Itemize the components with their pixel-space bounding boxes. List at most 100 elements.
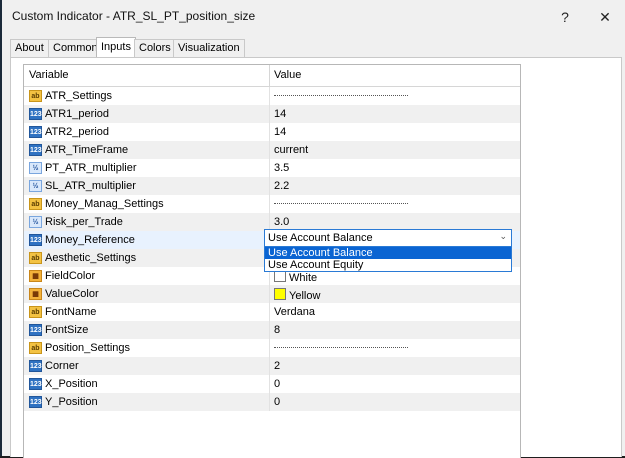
variable-name: SL_ATR_multiplier: [45, 180, 136, 192]
variable-value-text: 2: [274, 360, 281, 372]
table-row[interactable]: 123 Y_Position 0: [24, 393, 520, 411]
variable-name: FieldColor: [45, 270, 96, 282]
cell-divider: [269, 123, 270, 141]
separator-line: [274, 347, 408, 348]
string-type-icon: ab: [29, 90, 42, 102]
grid-header: Variable Value: [24, 65, 520, 87]
variable-name: X_Position: [45, 378, 98, 390]
cell-divider: [269, 87, 270, 105]
cell-divider: [269, 357, 270, 375]
integer-type-icon: 123: [29, 324, 42, 336]
table-row[interactable]: ab Money_Manag_Settings: [24, 195, 520, 213]
table-row[interactable]: 123 ATR_TimeFrame current: [24, 141, 520, 159]
variable-name: ATR2_period: [45, 126, 109, 138]
double-type-icon: ½: [29, 180, 42, 192]
variable-value[interactable]: Yellow: [274, 288, 320, 302]
string-type-icon: ab: [29, 306, 42, 318]
variable-value[interactable]: White: [274, 270, 317, 284]
tab-visualization[interactable]: Visualization: [173, 39, 245, 57]
color-type-icon: ▦: [29, 288, 42, 300]
variable-value-text: 14: [274, 108, 287, 120]
tab-inputs[interactable]: Inputs: [96, 37, 136, 58]
integer-type-icon: 123: [29, 234, 42, 246]
string-type-icon: ab: [29, 252, 42, 264]
column-header-variable[interactable]: Variable: [29, 69, 69, 81]
variable-value[interactable]: 8: [274, 324, 280, 336]
chevron-down-icon[interactable]: ⌄: [499, 231, 507, 242]
tab-about[interactable]: About: [10, 39, 49, 57]
table-row[interactable]: 123 ATR2_period 14: [24, 123, 520, 141]
integer-type-icon: 123: [29, 144, 42, 156]
string-type-icon: ab: [29, 198, 42, 210]
variable-value-text: 0: [274, 396, 281, 408]
variable-name: Aesthetic_Settings: [45, 252, 137, 264]
variable-value-text: current: [274, 144, 309, 156]
variable-value[interactable]: 14: [274, 126, 286, 138]
combo-selected-value: Use Account Balance: [268, 232, 373, 244]
cell-divider: [269, 303, 270, 321]
indicator-dialog: Custom Indicator - ATR_SL_PT_position_si…: [2, 0, 625, 458]
string-type-icon: ab: [29, 342, 42, 354]
double-type-icon: ½: [29, 162, 42, 174]
tab-common[interactable]: Common: [48, 39, 103, 57]
table-row[interactable]: ab FontName Verdana: [24, 303, 520, 321]
table-row[interactable]: 123 ATR1_period 14: [24, 105, 520, 123]
variable-name: Corner: [45, 360, 79, 372]
variable-name: PT_ATR_multiplier: [45, 162, 137, 174]
variable-value[interactable]: 2: [274, 360, 280, 372]
variable-value[interactable]: 3.0: [274, 216, 289, 228]
cell-divider: [269, 321, 270, 339]
color-type-icon: ▦: [29, 270, 42, 282]
tab-colors[interactable]: Colors: [134, 39, 176, 57]
variable-name: FontSize: [45, 324, 89, 336]
table-row[interactable]: 123 X_Position 0: [24, 375, 520, 393]
variable-name: Position_Settings: [45, 342, 130, 354]
variable-value[interactable]: Verdana: [274, 306, 315, 318]
variable-value-text: 14: [274, 126, 287, 138]
cell-divider: [269, 159, 270, 177]
variable-value-text: 3.5: [274, 162, 290, 174]
variable-value-text: 2.2: [274, 180, 290, 192]
variable-name: Risk_per_Trade: [45, 216, 123, 228]
variable-name: Money_Manag_Settings: [45, 198, 164, 210]
variable-name: ValueColor: [45, 288, 99, 300]
variable-value[interactable]: 2.2: [274, 180, 289, 192]
integer-type-icon: 123: [29, 360, 42, 372]
variable-value[interactable]: current: [274, 144, 308, 156]
variable-value[interactable]: 14: [274, 108, 286, 120]
variable-name: ATR_Settings: [45, 90, 113, 102]
table-row[interactable]: ½ SL_ATR_multiplier 2.2: [24, 177, 520, 195]
table-row[interactable]: ab ATR_Settings: [24, 87, 520, 105]
table-row[interactable]: ▦ ValueColor Yellow: [24, 285, 520, 303]
variable-value-text: Yellow: [289, 290, 321, 302]
close-button[interactable]: ✕: [590, 6, 620, 28]
money-reference-dropdown: Use Account Balance Use Account Equity: [264, 246, 512, 272]
column-header-value[interactable]: Value: [274, 69, 301, 81]
variable-value-text: Verdana: [274, 306, 315, 318]
cell-divider: [269, 177, 270, 195]
variable-name: Y_Position: [45, 396, 98, 408]
variable-value[interactable]: 3.5: [274, 162, 289, 174]
variable-name: Money_Reference: [45, 234, 135, 246]
separator-line: [274, 203, 408, 204]
help-button[interactable]: ?: [550, 6, 580, 28]
variable-name: FontName: [45, 306, 97, 318]
variable-value[interactable]: 0: [274, 396, 280, 408]
integer-type-icon: 123: [29, 126, 42, 138]
integer-type-icon: 123: [29, 396, 42, 408]
table-row[interactable]: ½ PT_ATR_multiplier 3.5: [24, 159, 520, 177]
variable-name: ATR1_period: [45, 108, 109, 120]
cell-divider: [269, 375, 270, 393]
column-divider[interactable]: [269, 65, 270, 86]
variable-value[interactable]: 0: [274, 378, 280, 390]
table-row[interactable]: 123 FontSize 8: [24, 321, 520, 339]
color-swatch: [274, 288, 286, 300]
dropdown-option-equity[interactable]: Use Account Equity: [265, 259, 511, 271]
dropdown-option-balance[interactable]: Use Account Balance: [265, 247, 511, 259]
variable-value-text: White: [289, 272, 318, 284]
table-row[interactable]: 123 Corner 2: [24, 357, 520, 375]
table-row[interactable]: ab Position_Settings: [24, 339, 520, 357]
money-reference-combo[interactable]: Use Account Balance ⌄: [264, 229, 512, 247]
cell-divider: [269, 141, 270, 159]
separator-line: [274, 95, 408, 96]
